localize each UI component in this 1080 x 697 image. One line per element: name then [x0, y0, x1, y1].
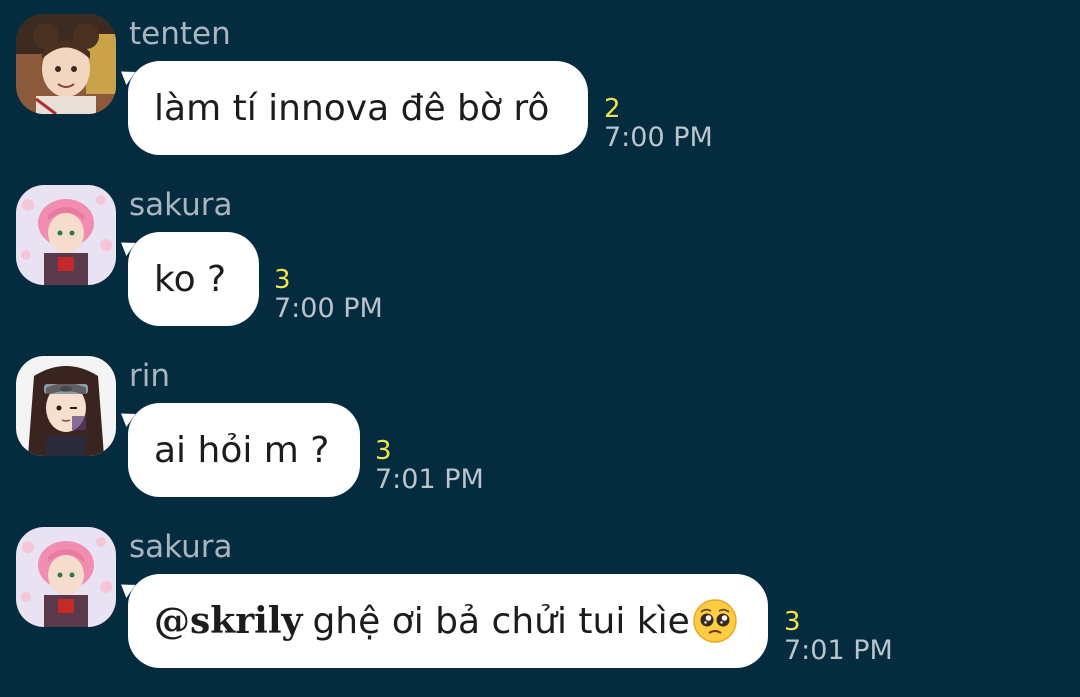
message-meta: 2 7:00 PM — [604, 96, 713, 154]
message-text: ko ? — [154, 258, 227, 300]
message-bubble[interactable]: ko ? — [128, 232, 259, 326]
unread-count: 3 — [274, 265, 291, 295]
message-bubble[interactable]: làm tí innova đê bờ rô — [128, 61, 588, 155]
avatar[interactable] — [16, 14, 116, 114]
avatar[interactable] — [16, 356, 116, 456]
unread-count: 2 — [604, 94, 621, 124]
timestamp: 7:01 PM — [784, 635, 893, 666]
message-text: làm tí innova đê bờ rô — [154, 87, 550, 129]
message-meta: 3 7:01 PM — [375, 438, 484, 496]
message-meta: 3 7:00 PM — [274, 267, 383, 325]
chat-message: rin ai hỏi m ? 3 7:01 PM — [0, 342, 1080, 502]
message-meta: 3 7:01 PM — [784, 609, 893, 667]
sender-name: sakura — [129, 529, 233, 565]
avatar[interactable] — [16, 527, 116, 627]
sakura-avatar-icon — [16, 185, 116, 285]
sender-name: sakura — [129, 187, 233, 223]
timestamp: 7:00 PM — [604, 122, 713, 153]
chat-message: sakura @skrily ghệ ơi bả chửi tui kìe 3 … — [0, 513, 1080, 673]
user-mention-link[interactable]: @skrily — [154, 600, 302, 642]
avatar[interactable] — [16, 185, 116, 285]
rin-avatar-icon — [16, 356, 116, 456]
unread-count: 3 — [375, 436, 392, 466]
chat-window: tenten làm tí innova đê bờ rô 2 7:00 PM — [0, 0, 1080, 697]
timestamp: 7:01 PM — [375, 464, 484, 495]
message-text: ghệ ơi bả chửi tui kìe — [312, 600, 690, 642]
timestamp: 7:00 PM — [274, 293, 383, 324]
message-bubble[interactable]: @skrily ghệ ơi bả chửi tui kìe — [128, 574, 768, 668]
message-text: ai hỏi m ? — [154, 429, 330, 471]
sakura-avatar-icon — [16, 527, 116, 627]
chat-message: sakura ko ? 3 7:00 PM — [0, 171, 1080, 331]
pleading-face-emoji-icon — [693, 599, 737, 643]
sender-name: tenten — [129, 16, 231, 52]
chat-message: tenten làm tí innova đê bờ rô 2 7:00 PM — [0, 0, 1080, 160]
tenten-avatar-icon — [16, 14, 116, 114]
sender-name: rin — [129, 358, 171, 394]
message-bubble[interactable]: ai hỏi m ? — [128, 403, 360, 497]
unread-count: 3 — [784, 607, 801, 637]
